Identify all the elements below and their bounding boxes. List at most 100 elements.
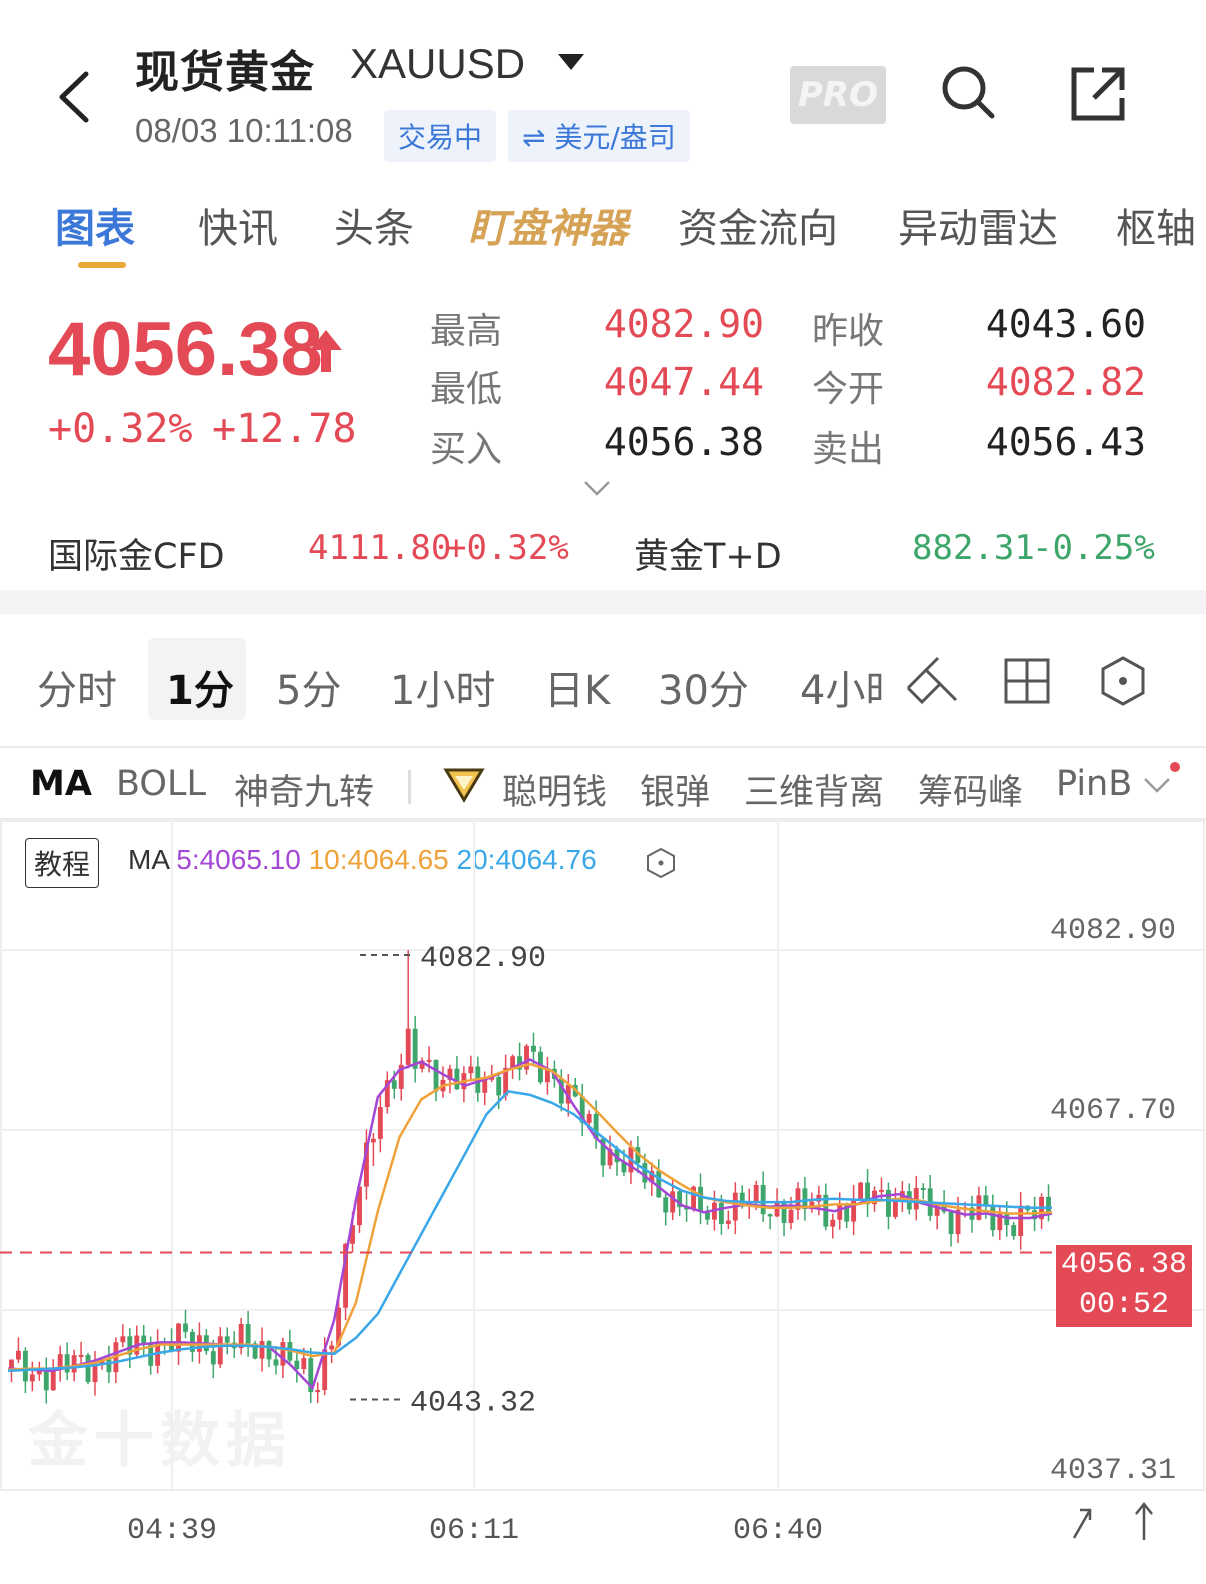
period-1hour[interactable]: 1小时 [390,658,495,716]
caret-down-icon[interactable] [558,54,584,72]
high-label: 最高 [430,311,503,352]
bid-value: 4056.38 [603,420,764,464]
candle-body [496,1076,502,1096]
candle-body [482,1079,488,1093]
candle-body [837,1205,843,1220]
period-4hour[interactable]: 4小时 [800,658,882,716]
candle-body [976,1195,982,1220]
open-label: 今开 [812,369,885,410]
candle-body [1004,1213,1010,1226]
candle-body [718,1202,724,1224]
candle-body [454,1068,460,1090]
pro-button[interactable]: PRO [790,66,886,124]
ask-value: 4056.43 [985,420,1146,464]
candle-body [663,1197,669,1213]
period-5min[interactable]: 5分 [276,658,341,716]
bid-label: 买入 [430,429,503,470]
indicator-chip-peak[interactable]: 筹码峰 [918,764,1023,815]
low-value: 4047.44 [603,360,764,404]
expand-chart-icon[interactable] [1072,1508,1092,1539]
period-daily[interactable]: 日K [544,658,610,716]
candle-body [106,1359,112,1373]
back-arrow-icon[interactable] [50,62,100,132]
candle-body [266,1341,272,1360]
candle-body [391,1080,397,1089]
cfd-value: 4111.80 [308,528,452,568]
settings-hex-icon[interactable] [1100,656,1146,706]
candle-body [753,1184,759,1202]
candle-body [767,1214,773,1217]
candle-body [851,1198,857,1222]
indicator-smart-money[interactable]: 聪明钱 [502,764,607,815]
period-timeshare[interactable]: 分时 [37,658,117,716]
tab-fund-flow[interactable]: 资金流向 [678,196,838,254]
tab-anomaly-radar[interactable]: 异动雷达 [898,196,1058,254]
indicator-silver-bullet[interactable]: 银弹 [640,764,710,815]
indicator-boll[interactable]: BOLL [116,764,206,804]
candle-body [725,1220,731,1224]
candle-body [71,1355,77,1373]
indicator-pinbar[interactable]: PinB [1056,764,1132,804]
candle-body [920,1187,926,1190]
notification-dot [1170,762,1180,772]
ask-label: 卖出 [812,429,885,470]
candle-body [990,1205,996,1231]
draw-tool-icon[interactable] [904,654,960,706]
candle-body [294,1360,300,1370]
candle-body [774,1201,780,1217]
td-label[interactable]: 黄金T+D [634,528,782,579]
tab-active-indicator [78,262,126,268]
candle-body [16,1350,21,1360]
candle-body [29,1374,35,1382]
candle-body [120,1336,126,1343]
candle-body [698,1186,703,1211]
current-price-tag: 4056.38 00:52 [1056,1245,1192,1327]
absolute-change: +12.78 [212,406,357,452]
indicator-3d-divergence[interactable]: 三维背离 [744,764,884,815]
candle-body [329,1345,335,1350]
candle-body [377,1107,383,1139]
scroll-top-icon[interactable] [1135,1501,1153,1540]
tab-flash-news[interactable]: 快讯 [198,196,278,254]
candle-body [183,1323,188,1332]
section-divider [0,590,1206,614]
cfd-label[interactable]: 国际金CFD [48,528,225,579]
search-icon[interactable] [940,64,996,120]
candle-body [948,1211,954,1235]
indicator-td9[interactable]: 神奇九转 [234,764,374,815]
symbol-label[interactable]: XAUUSD [350,40,525,88]
td-value: 882.31 [912,528,1035,568]
tab-chart[interactable]: 图表 [55,196,135,254]
page-title: 现货黄金 [135,47,315,98]
candle-body [531,1045,536,1052]
candle-body [426,1059,432,1062]
period-1min[interactable]: 1分 [166,658,234,716]
candle-body [176,1323,181,1352]
candle-body [22,1350,28,1382]
candle-body [64,1354,70,1373]
layout-grid-icon[interactable] [1004,658,1050,704]
candle-body [224,1336,230,1343]
candle-body [280,1342,286,1366]
y-axis-label: 4037.31 [1050,1454,1176,1488]
period-30min[interactable]: 30分 [658,658,749,716]
candle-body [210,1351,216,1365]
unit-toggle-chip[interactable]: ⇌ 美元/盎司 [508,110,690,162]
open-value: 4082.82 [985,360,1146,404]
share-icon[interactable] [1070,66,1128,122]
candle-body [858,1182,864,1199]
x-axis-label: 06:11 [429,1514,519,1548]
candle-body [879,1189,884,1192]
y-axis-label: 4082.90 [1050,914,1176,948]
ma-line-20 [7,1090,1052,1373]
y-axis-label: 4067.70 [1050,1094,1176,1128]
current-price-value: 4056.38 [1060,1248,1188,1282]
candle-body [245,1323,251,1344]
chevron-down-icon[interactable] [582,478,612,498]
tab-pivot[interactable]: 枢轴 [1116,196,1196,254]
tab-monitor-tool[interactable]: 盯盘神器 [468,196,628,254]
chevron-down-icon[interactable] [1142,776,1172,796]
candlestick-chart[interactable]: 4082.90 4043.32 4082.90 4067.70 4037.31 … [0,820,1206,1584]
tab-headlines[interactable]: 头条 [334,196,414,254]
indicator-ma[interactable]: MA [30,764,92,804]
